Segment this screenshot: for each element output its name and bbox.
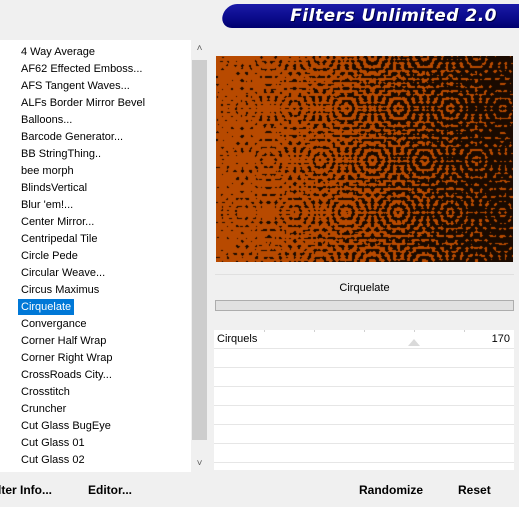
filter-list-item[interactable]: Blur 'em!... (18, 197, 76, 213)
filter-list-item[interactable]: BB StringThing.. (18, 146, 104, 162)
scroll-down-arrow-icon[interactable]: ˅ (191, 455, 208, 472)
filter-list-item[interactable]: Corner Right Wrap (18, 350, 116, 366)
filter-list-item[interactable]: bee morph (18, 163, 77, 179)
filter-list-item[interactable]: Cut Glass BugEye (18, 418, 114, 434)
filter-list-item[interactable]: Crosstitch (18, 384, 73, 400)
parameter-row-empty (214, 444, 514, 463)
filter-list-item[interactable]: Cirquelate (18, 299, 75, 315)
slider-tick (414, 330, 415, 332)
scroll-up-arrow-icon[interactable]: ˄ (191, 40, 208, 57)
filter-list-item[interactable]: Circular Weave... (18, 265, 108, 281)
filter-list-item[interactable]: AF62 Effected Emboss... (18, 61, 145, 77)
preview-canvas (216, 56, 513, 262)
filter-list-item[interactable]: BlindsVertical (18, 180, 90, 196)
filter-list-item[interactable]: Cut Glass 02 (18, 452, 88, 468)
parameters-panel: Cirquels 170 (214, 330, 514, 470)
filter-list-item[interactable]: Center Mirror... (18, 214, 97, 230)
filter-list-item[interactable]: ALFs Border Mirror Bevel (18, 95, 148, 111)
filter-list-item[interactable]: Balloons... (18, 112, 75, 128)
filter-progress-bar (215, 300, 514, 311)
parameter-row-empty (214, 406, 514, 425)
filter-list-item[interactable]: Convergance (18, 316, 89, 332)
editor-button[interactable]: Editor... (88, 481, 132, 499)
filter-list-item[interactable]: 4 Way Average (18, 44, 98, 60)
parameter-value: 170 (491, 333, 510, 345)
app-title: Filters Unlimited 2.0 (290, 6, 497, 26)
slider-tick (314, 330, 315, 332)
filter-list-item[interactable]: Circus Maximus (18, 282, 102, 298)
filter-list-item[interactable]: Barcode Generator... (18, 129, 126, 145)
parameter-row-empty (214, 368, 514, 387)
slider-tick (464, 330, 465, 332)
parameter-row-empty (214, 349, 514, 368)
filter-list-item[interactable]: AFS Tangent Waves... (18, 78, 133, 94)
header-banner: Filters Unlimited 2.0 (0, 0, 519, 32)
slider-tick (264, 330, 265, 332)
filter-list-item[interactable]: Circle Pede (18, 248, 81, 264)
filter-info-button[interactable]: lter Info... (0, 481, 52, 499)
filter-list-item[interactable]: Cut Glass 01 (18, 435, 88, 451)
parameter-row-cirquels[interactable]: Cirquels 170 (214, 330, 514, 349)
parameter-row-empty (214, 387, 514, 406)
filter-list-item[interactable]: Centripedal Tile (18, 231, 100, 247)
parameter-slider-thumb[interactable] (408, 339, 420, 346)
parameter-row-empty (214, 425, 514, 444)
scroll-thumb[interactable] (192, 60, 207, 440)
filter-preview-image (216, 56, 513, 262)
filter-list-item[interactable]: Cruncher (18, 401, 69, 417)
slider-tick (364, 330, 365, 332)
reset-button[interactable]: Reset (458, 481, 491, 499)
filter-list-scrollbar[interactable]: ˄ ˅ (191, 40, 208, 472)
filter-list-item[interactable]: CrossRoads City... (18, 367, 115, 383)
filter-name-label: Cirquelate (215, 274, 514, 300)
filter-list-item[interactable]: Corner Half Wrap (18, 333, 109, 349)
filter-list[interactable]: 4 Way Average AF62 Effected Emboss... AFS … (0, 40, 208, 472)
parameter-label: Cirquels (217, 333, 258, 345)
randomize-button[interactable]: Randomize (359, 481, 423, 499)
